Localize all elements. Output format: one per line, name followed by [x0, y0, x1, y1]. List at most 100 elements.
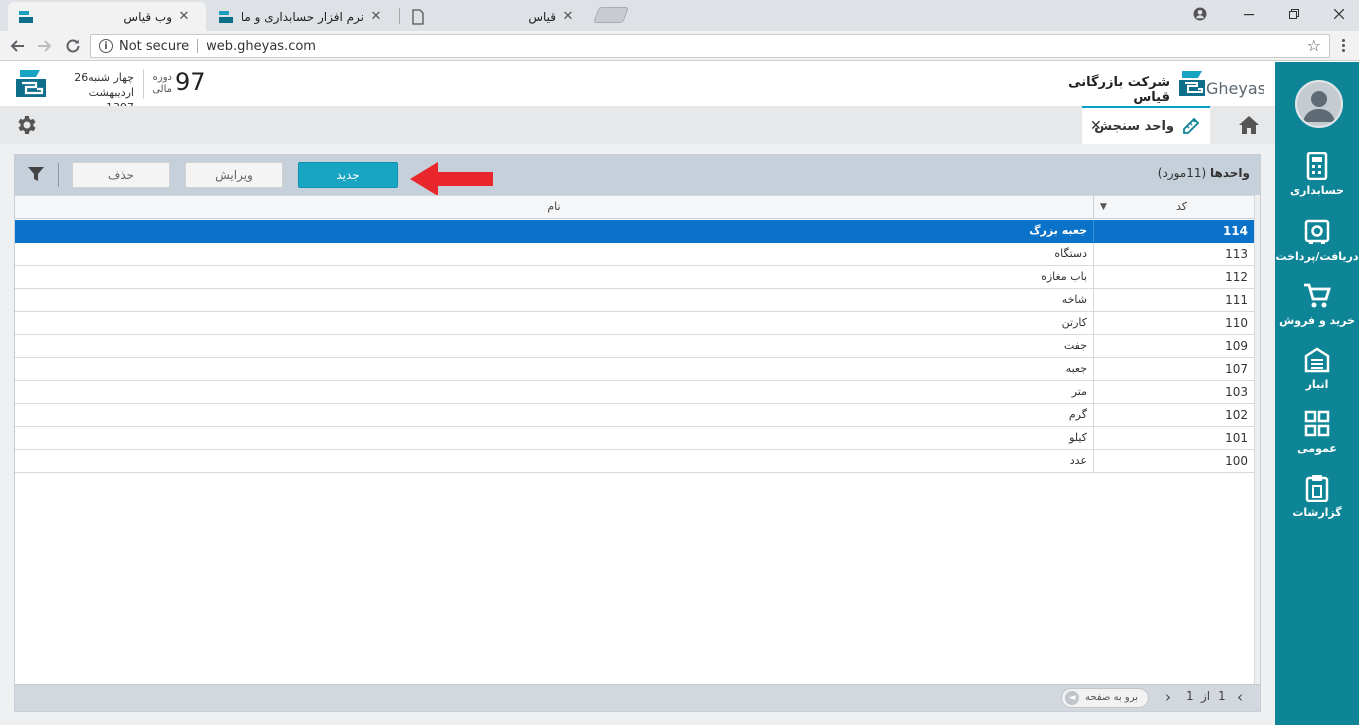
ruler-pencil-icon: [1183, 117, 1200, 134]
info-icon[interactable]: i: [99, 39, 113, 53]
table-row[interactable]: متر 103: [15, 381, 1254, 404]
sidebar-item-label: عمومی: [1297, 442, 1337, 455]
document-icon: [412, 8, 424, 25]
sidebar-item-general[interactable]: عمومی: [1275, 410, 1359, 455]
cell-name: کیلو: [15, 427, 1094, 449]
cell-name: جفت: [15, 335, 1094, 357]
grid-title: واحدها (11مورد): [1135, 166, 1250, 180]
sidebar-item-label: گزارشات: [1292, 506, 1342, 519]
table-row[interactable]: کارتن 110: [15, 312, 1254, 335]
delete-button[interactable]: حذف: [72, 162, 170, 188]
fiscal-period-number[interactable]: 97: [175, 68, 206, 96]
go-to-page-label: برو به صفحه: [1085, 692, 1138, 703]
minimize-icon[interactable]: [1238, 4, 1260, 24]
cell-code: 112: [1225, 270, 1248, 284]
tab-close-icon[interactable]: ✕: [560, 9, 576, 24]
browser-menu-icon[interactable]: [1340, 37, 1346, 55]
cell-code: 102: [1225, 408, 1248, 422]
sidebar-item-buy-sell[interactable]: خرید و فروش: [1275, 282, 1359, 327]
home-icon[interactable]: [1238, 114, 1260, 136]
red-annotation-arrow: [410, 162, 493, 196]
grid-header: نام ▼ کد: [15, 195, 1254, 219]
sidebar-item-reports[interactable]: گزارشات: [1275, 474, 1359, 519]
brand-logo-text: Gheyas: [1206, 79, 1264, 98]
table-row[interactable]: شاخه 111: [15, 289, 1254, 312]
grid-scrollbar[interactable]: [1254, 195, 1260, 684]
units-panel: حذف ویرایش جدید واحدها (11مورد) نام ▼ کد: [14, 154, 1261, 712]
cell-name: جعبه: [15, 358, 1094, 380]
app-root: چهار شنبه26 اردیبهشت 1397 دوره مالی 97 ش…: [0, 62, 1359, 725]
filter-icon[interactable]: [27, 165, 45, 183]
close-window-icon[interactable]: [1328, 4, 1350, 24]
new-tab-button[interactable]: [593, 7, 629, 23]
url-field[interactable]: i Not secure web.gheyas.com ☆: [90, 34, 1330, 58]
sort-dropdown-icon[interactable]: ▼: [1100, 196, 1107, 218]
browser-tab-web-gheyas[interactable]: ✕ وب قیاس: [8, 2, 206, 31]
sidebar-item-warehouse[interactable]: انبار: [1275, 346, 1359, 391]
user-avatar[interactable]: [1295, 80, 1343, 128]
reload-icon[interactable]: [64, 37, 82, 55]
gheyas-favicon-icon: [219, 10, 233, 23]
active-tab-label: واحد سنجش: [1094, 118, 1174, 134]
cell-code: 113: [1225, 247, 1248, 261]
tab-close-icon[interactable]: ✕: [176, 9, 192, 24]
table-row[interactable]: دستگاه 113: [15, 243, 1254, 266]
sidebar-item-label: حسابداری: [1290, 184, 1344, 197]
gheyas-logo-icon[interactable]: [14, 68, 48, 100]
tab-close-icon[interactable]: ✕: [368, 9, 384, 24]
table-row[interactable]: عدد 100: [15, 450, 1254, 473]
grid-title-label: واحدها: [1210, 166, 1250, 180]
sidebar-item-receive-pay[interactable]: دریافت/پرداخت: [1275, 218, 1359, 263]
column-header-code[interactable]: ▼ کد: [1094, 196, 1254, 219]
tab-unit-of-measure[interactable]: واحد سنجش ✕: [1082, 106, 1210, 144]
table-row[interactable]: گرم 102: [15, 404, 1254, 427]
cell-name: دستگاه: [15, 243, 1094, 265]
grid-body: جعبه بزرگ 114 دستگاه 113 باب مغازه 112 شاخه 111…: [15, 220, 1254, 473]
warehouse-icon: [1304, 347, 1330, 373]
safe-icon: [1304, 219, 1330, 244]
go-to-page-button[interactable]: برو به صفحه ◄: [1061, 688, 1149, 708]
forward-arrow-icon[interactable]: [36, 37, 54, 55]
clipboard-icon: [1305, 475, 1329, 502]
cell-name: جعبه بزرگ: [15, 220, 1094, 242]
gheyas-brand-logo: Gheyas: [1179, 71, 1264, 98]
new-button[interactable]: جدید: [298, 162, 398, 188]
table-row[interactable]: کیلو 101: [15, 427, 1254, 450]
next-page-icon[interactable]: ›: [1165, 688, 1171, 706]
table-row[interactable]: جفت 109: [15, 335, 1254, 358]
sidebar-item-accounting[interactable]: حسابداری: [1275, 152, 1359, 197]
previous-page-icon[interactable]: ‹: [1237, 688, 1243, 706]
browser-tab-gheyas[interactable]: ✕ قیاس: [400, 2, 590, 31]
profile-icon[interactable]: [1189, 4, 1211, 24]
back-arrow-icon[interactable]: [8, 37, 26, 55]
sidebar-item-label: انبار: [1305, 378, 1329, 391]
url-text[interactable]: web.gheyas.com: [206, 39, 316, 54]
column-header-name[interactable]: نام: [15, 196, 1094, 219]
total-pages: 1: [1186, 689, 1194, 703]
table-row[interactable]: جعبه بزرگ 114: [15, 220, 1254, 243]
grid-pager: ‹ 1 از 1 › برو به صفحه ◄: [15, 684, 1260, 711]
cell-code: 107: [1225, 362, 1248, 376]
edit-button[interactable]: ویرایش: [185, 162, 283, 188]
table-row[interactable]: جعبه 107: [15, 358, 1254, 381]
browser-tab-accounting[interactable]: ✕ نرم افزار حسابداری و مالی ق: [208, 2, 398, 31]
cell-code: 110: [1225, 316, 1248, 330]
tab-title: قیاس: [528, 9, 556, 24]
cell-name: متر: [15, 381, 1094, 403]
cell-code: 111: [1225, 293, 1248, 307]
tab-title: وب قیاس: [123, 9, 172, 24]
cell-code: 103: [1225, 385, 1248, 399]
gear-icon[interactable]: [14, 113, 38, 137]
close-tab-icon[interactable]: ✕: [1090, 118, 1102, 134]
period-label-line1: دوره: [152, 72, 172, 83]
table-row[interactable]: باب مغازه 112: [15, 266, 1254, 289]
go-arrow-icon: ◄: [1065, 691, 1079, 705]
bookmark-star-icon[interactable]: ☆: [1307, 36, 1321, 55]
header-divider: [143, 69, 144, 99]
fiscal-period-label: دوره مالی: [150, 72, 172, 96]
current-page-number: 1: [1218, 689, 1226, 703]
cell-code: 114: [1222, 224, 1248, 238]
period-label-line2: مالی: [152, 84, 172, 95]
cell-code: 101: [1225, 431, 1248, 445]
restore-icon[interactable]: [1283, 4, 1305, 24]
